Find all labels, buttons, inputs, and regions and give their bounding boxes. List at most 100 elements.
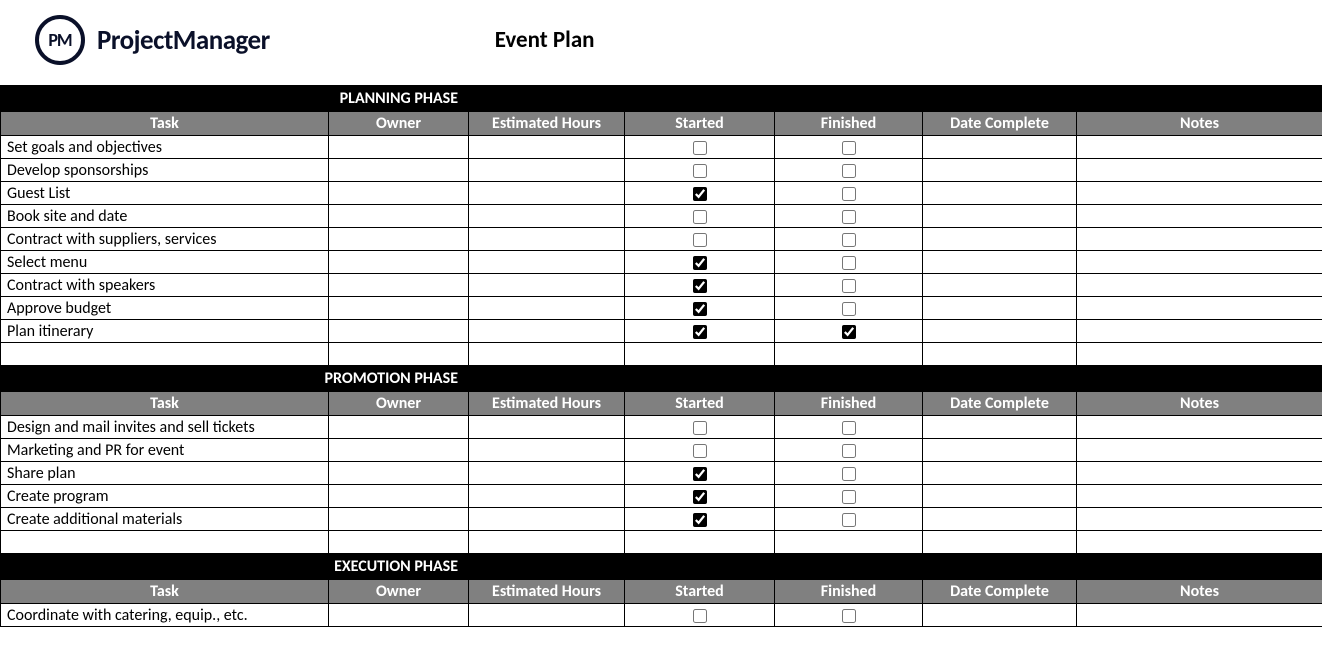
owner-cell[interactable] bbox=[329, 439, 469, 462]
started-checkbox[interactable] bbox=[693, 421, 707, 435]
finished-checkbox[interactable] bbox=[842, 490, 856, 504]
date-cell[interactable] bbox=[923, 320, 1077, 343]
hours-cell[interactable] bbox=[469, 297, 625, 320]
started-cell bbox=[625, 604, 775, 627]
notes-cell[interactable] bbox=[1077, 159, 1322, 182]
finished-checkbox[interactable] bbox=[842, 164, 856, 178]
started-checkbox[interactable] bbox=[693, 302, 707, 316]
started-checkbox[interactable] bbox=[693, 490, 707, 504]
owner-cell[interactable] bbox=[329, 182, 469, 205]
finished-checkbox[interactable] bbox=[842, 256, 856, 270]
owner-cell[interactable] bbox=[329, 462, 469, 485]
notes-cell[interactable] bbox=[1077, 508, 1322, 531]
finished-checkbox[interactable] bbox=[842, 279, 856, 293]
date-cell[interactable] bbox=[923, 604, 1077, 627]
notes-cell[interactable] bbox=[1077, 462, 1322, 485]
owner-cell[interactable] bbox=[329, 251, 469, 274]
owner-cell[interactable] bbox=[329, 228, 469, 251]
started-cell bbox=[625, 228, 775, 251]
finished-checkbox[interactable] bbox=[842, 609, 856, 623]
date-cell[interactable] bbox=[923, 508, 1077, 531]
notes-cell[interactable] bbox=[1077, 205, 1322, 228]
started-checkbox[interactable] bbox=[693, 279, 707, 293]
date-cell[interactable] bbox=[923, 439, 1077, 462]
finished-checkbox[interactable] bbox=[842, 467, 856, 481]
finished-checkbox[interactable] bbox=[842, 444, 856, 458]
hours-cell[interactable] bbox=[469, 205, 625, 228]
date-cell[interactable] bbox=[923, 159, 1077, 182]
owner-cell[interactable] bbox=[329, 274, 469, 297]
owner-cell[interactable] bbox=[329, 205, 469, 228]
hours-cell[interactable] bbox=[469, 462, 625, 485]
date-cell[interactable] bbox=[923, 297, 1077, 320]
date-cell[interactable] bbox=[923, 182, 1077, 205]
hours-cell[interactable] bbox=[469, 182, 625, 205]
table-row: Contract with speakers bbox=[1, 274, 1322, 297]
notes-cell[interactable] bbox=[1077, 182, 1322, 205]
owner-cell[interactable] bbox=[329, 159, 469, 182]
owner-cell[interactable] bbox=[329, 416, 469, 439]
date-cell[interactable] bbox=[923, 462, 1077, 485]
owner-cell[interactable] bbox=[329, 136, 469, 159]
notes-cell[interactable] bbox=[1077, 297, 1322, 320]
task-cell: Plan itinerary bbox=[1, 320, 329, 343]
hours-cell[interactable] bbox=[469, 274, 625, 297]
notes-cell[interactable] bbox=[1077, 274, 1322, 297]
owner-cell[interactable] bbox=[329, 485, 469, 508]
finished-checkbox[interactable] bbox=[842, 233, 856, 247]
finished-checkbox[interactable] bbox=[842, 513, 856, 527]
started-checkbox[interactable] bbox=[693, 210, 707, 224]
task-cell: Share plan bbox=[1, 462, 329, 485]
hours-cell[interactable] bbox=[469, 416, 625, 439]
column-header-date: Date Complete bbox=[923, 392, 1077, 416]
started-checkbox[interactable] bbox=[693, 467, 707, 481]
owner-cell[interactable] bbox=[329, 508, 469, 531]
date-cell[interactable] bbox=[923, 485, 1077, 508]
notes-cell[interactable] bbox=[1077, 604, 1322, 627]
hours-cell[interactable] bbox=[469, 228, 625, 251]
date-cell[interactable] bbox=[923, 228, 1077, 251]
started-checkbox[interactable] bbox=[693, 141, 707, 155]
date-cell[interactable] bbox=[923, 136, 1077, 159]
notes-cell[interactable] bbox=[1077, 416, 1322, 439]
started-checkbox[interactable] bbox=[693, 609, 707, 623]
finished-checkbox[interactable] bbox=[842, 187, 856, 201]
notes-cell[interactable] bbox=[1077, 485, 1322, 508]
date-cell[interactable] bbox=[923, 251, 1077, 274]
started-cell bbox=[625, 159, 775, 182]
started-checkbox[interactable] bbox=[693, 187, 707, 201]
date-cell[interactable] bbox=[923, 274, 1077, 297]
finished-checkbox[interactable] bbox=[842, 141, 856, 155]
hours-cell[interactable] bbox=[469, 604, 625, 627]
date-cell[interactable] bbox=[923, 416, 1077, 439]
started-cell bbox=[625, 416, 775, 439]
notes-cell[interactable] bbox=[1077, 136, 1322, 159]
started-checkbox[interactable] bbox=[693, 444, 707, 458]
date-cell[interactable] bbox=[923, 205, 1077, 228]
started-checkbox[interactable] bbox=[693, 256, 707, 270]
notes-cell[interactable] bbox=[1077, 320, 1322, 343]
finished-checkbox[interactable] bbox=[842, 210, 856, 224]
owner-cell[interactable] bbox=[329, 604, 469, 627]
hours-cell[interactable] bbox=[469, 159, 625, 182]
finished-checkbox[interactable] bbox=[842, 421, 856, 435]
hours-cell[interactable] bbox=[469, 320, 625, 343]
hours-cell[interactable] bbox=[469, 439, 625, 462]
notes-cell[interactable] bbox=[1077, 251, 1322, 274]
notes-cell[interactable] bbox=[1077, 439, 1322, 462]
table-row: Select menu bbox=[1, 251, 1322, 274]
finished-checkbox[interactable] bbox=[842, 325, 856, 339]
owner-cell[interactable] bbox=[329, 297, 469, 320]
finished-checkbox[interactable] bbox=[842, 302, 856, 316]
started-checkbox[interactable] bbox=[693, 233, 707, 247]
hours-cell[interactable] bbox=[469, 485, 625, 508]
hours-cell[interactable] bbox=[469, 251, 625, 274]
owner-cell[interactable] bbox=[329, 320, 469, 343]
task-cell: Select menu bbox=[1, 251, 329, 274]
started-checkbox[interactable] bbox=[693, 164, 707, 178]
started-checkbox[interactable] bbox=[693, 325, 707, 339]
hours-cell[interactable] bbox=[469, 508, 625, 531]
notes-cell[interactable] bbox=[1077, 228, 1322, 251]
started-checkbox[interactable] bbox=[693, 513, 707, 527]
hours-cell[interactable] bbox=[469, 136, 625, 159]
